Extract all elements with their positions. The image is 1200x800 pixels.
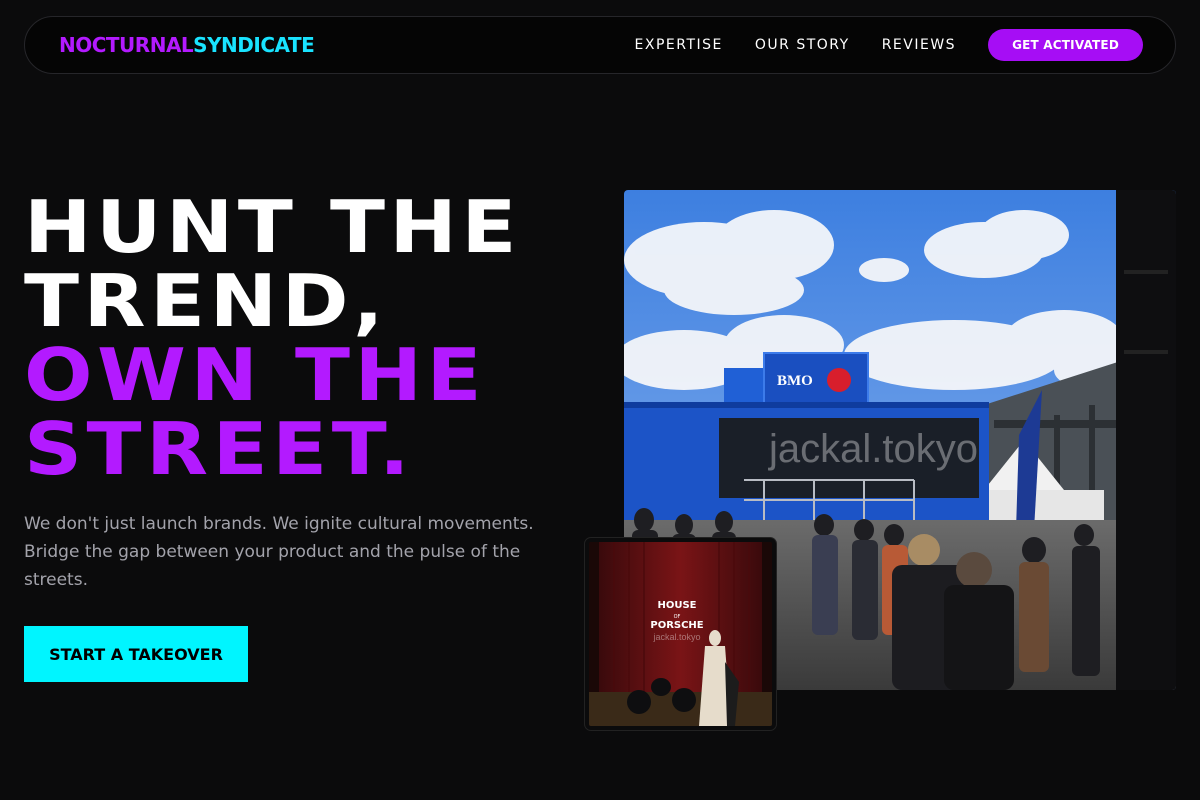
inset-photo-watermark: jackal.tokyo: [652, 632, 700, 642]
bmo-sign-text: BMO: [777, 373, 813, 389]
get-activated-button[interactable]: GET ACTIVATED: [988, 29, 1143, 61]
hero-title: HUNT THE TREND, OWN THE STREET.: [24, 190, 521, 486]
porsche-sign-line-3: PORSCHE: [650, 620, 703, 631]
hero-title-line-3: OWN THE: [24, 333, 487, 417]
hero-title-line-2: TREND,: [24, 259, 389, 343]
logo-part-nocturnal: NOCTURNAL: [59, 33, 194, 57]
main-photo-watermark: jackal.tokyo: [768, 427, 978, 471]
nav-link-our-story[interactable]: OUR STORY: [755, 37, 850, 53]
start-takeover-button[interactable]: START A TAKEOVER: [24, 626, 248, 682]
navbar: NOCTURNALSYNDICATE EXPERTISE OUR STORY R…: [24, 16, 1176, 74]
nav-links: EXPERTISE OUR STORY REVIEWS GET ACTIVATE…: [635, 29, 1143, 61]
hero-title-line-1: HUNT THE: [24, 185, 521, 269]
logo[interactable]: NOCTURNALSYNDICATE: [59, 33, 315, 57]
nav-link-expertise[interactable]: EXPERTISE: [635, 37, 723, 53]
logo-part-syndicate: SYNDICATE: [193, 33, 315, 57]
hero-title-line-4: STREET.: [24, 407, 415, 491]
nav-link-reviews[interactable]: REVIEWS: [882, 37, 956, 53]
hero-description: We don't just launch brands. We ignite c…: [24, 514, 534, 590]
porsche-sign-line-1: HOUSE: [657, 600, 696, 611]
inset-porsche-photo: HOUSE OF PORSCHE jackal.tokyo: [585, 538, 776, 730]
